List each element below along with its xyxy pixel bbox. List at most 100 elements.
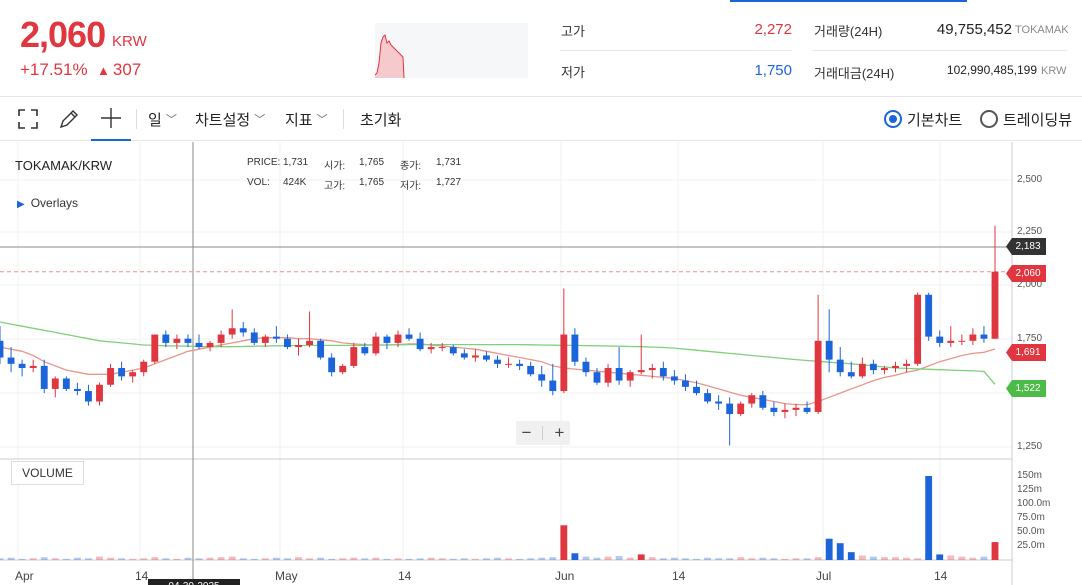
- volume-bar: [715, 558, 723, 560]
- trading-view-radio[interactable]: 트레이딩뷰: [980, 97, 1072, 141]
- volume-bar: [405, 558, 413, 560]
- vol-tick: 125m: [1017, 484, 1043, 495]
- volume-bar: [969, 557, 977, 560]
- toolbar-divider: [136, 109, 137, 129]
- candle-body: [980, 334, 988, 339]
- volume-label: 거래량(24H): [814, 24, 883, 39]
- candle-body: [593, 372, 601, 383]
- candle-body: [449, 347, 457, 354]
- volume-bar: [947, 555, 955, 560]
- info-low-label: 저가:: [400, 181, 422, 192]
- zoom-in-button[interactable]: +: [555, 423, 565, 443]
- volume-value: 49,755,452: [936, 21, 1012, 38]
- volume-bar: [825, 538, 833, 560]
- sparkline-svg: [374, 34, 405, 79]
- candle-body: [637, 370, 645, 373]
- indicators-label: 지표: [285, 111, 313, 129]
- candle-body: [560, 334, 568, 392]
- volume-bar: [184, 557, 192, 560]
- candle-body: [648, 368, 656, 371]
- candle-body: [615, 368, 623, 381]
- candle-body: [858, 363, 866, 377]
- volume-bar: [261, 558, 269, 560]
- play-triangle-icon: ▶: [17, 199, 25, 210]
- price-chart[interactable]: TOKAMAK/KRW ▶ Overlays PRICE: 1,731 시가: 1…: [0, 142, 1082, 585]
- candle-body: [372, 336, 380, 354]
- candle-body: [947, 340, 955, 343]
- volume-bar: [980, 556, 988, 560]
- volume-bar: [604, 556, 612, 560]
- chevron-down-icon: ﹀: [316, 114, 328, 126]
- candle-body: [892, 365, 899, 369]
- change-amount: ▲ 307: [97, 60, 141, 80]
- candle-body: [18, 363, 26, 369]
- candle-body: [527, 365, 535, 375]
- reset-button[interactable]: 초기화: [360, 97, 401, 141]
- volume-bar: [836, 543, 844, 560]
- volume-bar: [62, 558, 70, 560]
- zoom-controls: − +: [516, 421, 570, 445]
- fullscreen-icon: [18, 109, 38, 129]
- period-label: 일: [148, 111, 162, 129]
- overlays-toggle[interactable]: ▶ Overlays: [17, 196, 78, 210]
- candle-body: [936, 336, 944, 343]
- volume-bar: [18, 558, 26, 560]
- candle-body: [803, 407, 811, 412]
- candle-body: [726, 403, 734, 415]
- candle-body: [195, 342, 203, 348]
- stat-divider-2: [812, 50, 1067, 51]
- basic-chart-radio[interactable]: 기본차트: [884, 97, 962, 141]
- volume-bar: [460, 558, 468, 560]
- volume-bar: [239, 558, 247, 560]
- volume-bar: [438, 558, 446, 560]
- candle-body: [914, 294, 922, 364]
- y-tick: 2,250: [1017, 226, 1043, 237]
- candle-body: [438, 347, 446, 349]
- amount-unit: KRW: [1041, 65, 1067, 77]
- mini-sparkline: [374, 23, 528, 79]
- volume-bar: [847, 552, 855, 560]
- candle-body: [969, 334, 977, 341]
- period-dropdown[interactable]: 일 ﹀: [148, 97, 177, 141]
- price-header: 2,060 KRW +17.51% ▲ 307 고가 2,272 저가 1,750…: [0, 0, 1082, 96]
- volume-bar: [394, 558, 402, 560]
- volume-bar: [306, 558, 313, 560]
- draw-button[interactable]: [58, 97, 80, 141]
- info-high-value: 1,765: [359, 177, 385, 188]
- candle-body: [538, 374, 546, 381]
- cursor-price-tag: 2,183: [1006, 238, 1046, 255]
- toolbar-divider: [343, 109, 344, 129]
- volume-bar: [29, 558, 37, 560]
- volume-bar: [770, 558, 778, 560]
- crosshair-button[interactable]: [91, 97, 131, 141]
- vol-tick: 50.0m: [1017, 526, 1045, 537]
- chart-settings-dropdown[interactable]: 차트설정 ﹀: [195, 97, 265, 141]
- candle-body: [328, 357, 336, 373]
- volume-bar: [372, 557, 380, 560]
- x-tick: 14: [672, 569, 686, 583]
- current-price: 2,060: [20, 14, 106, 55]
- volume-bar: [449, 558, 457, 560]
- y-tick: 2,500: [1017, 174, 1043, 185]
- candle-body: [118, 368, 126, 377]
- fullscreen-button[interactable]: [18, 97, 38, 141]
- candle-body: [505, 363, 512, 365]
- volume-bar: [925, 476, 933, 560]
- indicators-dropdown[interactable]: 지표 ﹀: [285, 97, 328, 141]
- radio-unselected-icon: [980, 110, 998, 128]
- candle-body: [814, 340, 822, 412]
- volume-bar: [361, 558, 369, 560]
- volume-bar: [814, 557, 822, 560]
- volume-bar: [637, 554, 645, 560]
- volume-bar: [571, 553, 579, 560]
- candle-body: [659, 368, 667, 377]
- zoom-out-button[interactable]: −: [522, 423, 532, 443]
- info-vol-value: 424K: [283, 177, 307, 188]
- candle-body: [869, 363, 877, 371]
- volume-bar: [173, 558, 181, 560]
- volume-bar: [328, 558, 336, 560]
- app-window: 2,060 KRW +17.51% ▲ 307 고가 2,272 저가 1,750…: [0, 0, 1082, 585]
- info-vol-label: VOL:: [247, 177, 270, 188]
- volume-bar: [350, 557, 358, 560]
- volume-bar: [427, 557, 435, 560]
